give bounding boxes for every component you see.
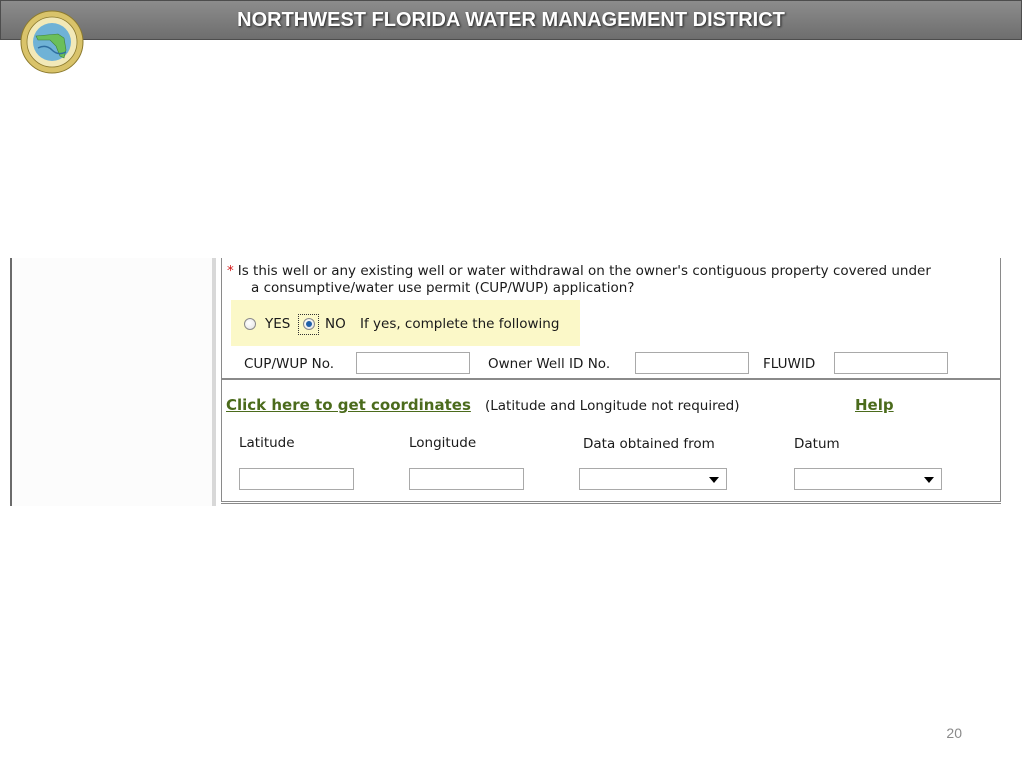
datum-select[interactable] xyxy=(794,468,942,490)
required-marker: * xyxy=(227,263,234,279)
column-divider xyxy=(212,258,216,506)
latitude-label: Latitude xyxy=(239,435,295,451)
data-source-label: Data obtained from xyxy=(583,436,715,452)
page-title: NORTHWEST FLORIDA WATER MANAGEMENT DISTR… xyxy=(237,9,785,31)
data-source-select[interactable] xyxy=(579,468,727,490)
section-divider xyxy=(221,378,1001,380)
left-gutter xyxy=(12,258,212,506)
longitude-label: Longitude xyxy=(409,435,477,451)
header-bar: NORTHWEST FLORIDA WATER MANAGEMENT DISTR… xyxy=(0,0,1022,40)
no-radio[interactable] xyxy=(303,318,315,330)
cup-wup-label: CUP/WUP No. xyxy=(244,356,335,372)
permit-question: * Is this well or any existing well or wa… xyxy=(227,263,997,297)
question-line-1: Is this well or any existing well or wat… xyxy=(237,263,931,279)
get-coordinates-link[interactable]: Click here to get coordinates xyxy=(226,396,471,414)
longitude-input[interactable] xyxy=(409,468,524,490)
radio-hint: If yes, complete the following xyxy=(360,316,560,332)
fluwid-input[interactable] xyxy=(834,352,948,374)
owner-well-id-input[interactable] xyxy=(635,352,749,374)
help-link[interactable]: Help xyxy=(855,396,894,414)
dropdown-arrow-icon xyxy=(924,477,934,483)
yes-radio[interactable] xyxy=(244,318,256,330)
yes-label: YES xyxy=(265,316,291,332)
question-line-2: a consumptive/water use permit (CUP/WUP)… xyxy=(251,280,635,296)
owner-well-id-label: Owner Well ID No. xyxy=(488,356,611,372)
cup-wup-input[interactable] xyxy=(356,352,470,374)
no-label: NO xyxy=(325,316,346,332)
latitude-input[interactable] xyxy=(239,468,354,490)
coordinates-note: (Latitude and Longitude not required) xyxy=(485,398,740,414)
dropdown-arrow-icon xyxy=(709,477,719,483)
page-number: 20 xyxy=(946,725,962,741)
district-seal-logo xyxy=(20,10,84,74)
fluwid-label: FLUWID xyxy=(763,356,816,372)
panel-bottom-border xyxy=(221,503,1001,504)
datum-label: Datum xyxy=(794,436,840,452)
